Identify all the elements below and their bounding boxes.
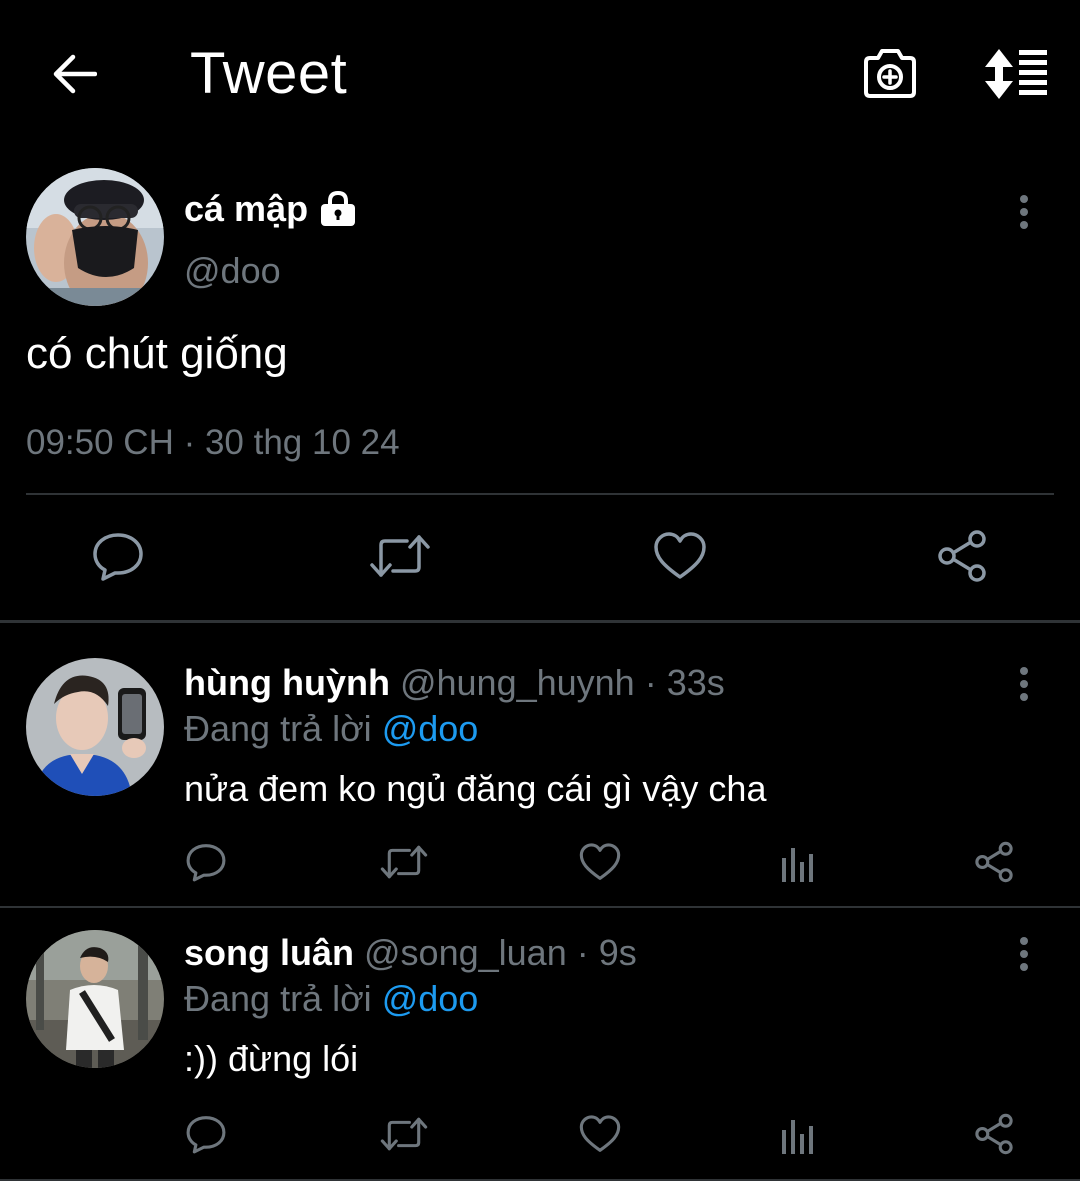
camera-plus-icon xyxy=(864,49,916,98)
retweet-button[interactable] xyxy=(378,1110,430,1158)
profile-photo xyxy=(26,930,164,1068)
like-button[interactable] xyxy=(576,1110,624,1158)
sort-icon xyxy=(985,49,1047,99)
reply-tweet[interactable]: song luân @song_luan · 9s Đang trả lời @… xyxy=(0,908,1080,1181)
more-vertical-icon xyxy=(1020,195,1028,229)
reply-time: 9s xyxy=(598,932,637,973)
divider xyxy=(26,493,1054,495)
reply-context: Đang trả lời @doo xyxy=(184,708,478,750)
tweet-text: nửa đem ko ngủ đăng cái gì vậy cha xyxy=(184,768,767,809)
retweet-button[interactable] xyxy=(378,838,430,886)
reply-header: hùng huỳnh @hung_huynh · 33s xyxy=(184,662,725,704)
share-icon xyxy=(938,530,986,582)
reply-button[interactable] xyxy=(182,838,230,886)
mention-link[interactable]: @doo xyxy=(382,978,479,1019)
more-button[interactable] xyxy=(1004,656,1044,712)
more-button[interactable] xyxy=(1004,184,1044,240)
reply-action-bar xyxy=(0,1106,1080,1166)
display-name: cá mập xyxy=(184,188,358,230)
share-icon xyxy=(975,1113,1013,1155)
page-title: Tweet xyxy=(190,41,348,106)
more-button[interactable] xyxy=(1004,926,1044,982)
retweet-icon xyxy=(370,535,430,577)
separator: · xyxy=(576,932,589,973)
analytics-icon xyxy=(782,1120,813,1154)
lock-icon xyxy=(321,190,356,226)
handle[interactable]: @hung_huynh xyxy=(400,662,635,703)
display-name[interactable]: hùng huỳnh xyxy=(184,662,390,703)
separator: · xyxy=(644,662,657,703)
avatar[interactable] xyxy=(26,168,164,306)
profile-photo xyxy=(26,658,164,796)
heart-icon xyxy=(654,532,706,579)
reply-time: 33s xyxy=(666,662,725,703)
like-button[interactable] xyxy=(576,838,624,886)
tweet-text: :)) đừng lói xyxy=(184,1038,359,1079)
share-button[interactable] xyxy=(970,1110,1018,1158)
tweet-text: có chút giống xyxy=(26,329,288,378)
reply-context: Đang trả lời @doo xyxy=(184,978,478,1020)
top-bar: Tweet xyxy=(0,0,1080,150)
camera-button[interactable] xyxy=(858,44,922,104)
reply-button[interactable] xyxy=(88,526,148,586)
arrow-left-icon xyxy=(53,54,97,94)
share-button[interactable] xyxy=(970,838,1018,886)
reply-icon xyxy=(186,1116,226,1154)
sort-button[interactable] xyxy=(980,44,1052,104)
reply-icon xyxy=(93,533,143,581)
back-button[interactable] xyxy=(44,46,104,102)
avatar[interactable] xyxy=(26,930,164,1068)
reply-icon xyxy=(186,844,226,882)
avatar[interactable] xyxy=(26,658,164,796)
profile-photo xyxy=(26,168,164,306)
reply-context-label: Đang trả lời xyxy=(184,708,372,749)
handle[interactable]: @song_luan xyxy=(364,932,567,973)
analytics-button[interactable] xyxy=(774,838,822,886)
reply-tweet[interactable]: hùng huỳnh @hung_huynh · 33s Đang trả lờ… xyxy=(0,622,1080,908)
reply-context-label: Đang trả lời xyxy=(184,978,372,1019)
heart-icon xyxy=(579,843,621,880)
more-vertical-icon xyxy=(1020,937,1028,971)
mention-link[interactable]: @doo xyxy=(382,708,479,749)
analytics-icon xyxy=(782,848,813,882)
retweet-icon xyxy=(380,845,428,879)
like-button[interactable] xyxy=(650,526,710,586)
analytics-button[interactable] xyxy=(774,1110,822,1158)
tweet-action-bar xyxy=(0,522,1080,594)
share-icon xyxy=(975,841,1013,883)
reply-button[interactable] xyxy=(182,1110,230,1158)
reply-action-bar xyxy=(0,834,1080,894)
main-tweet: cá mập @doo có chút giống 09:50 CH · 30 … xyxy=(0,150,1080,622)
tweet-timestamp: 09:50 CH · 30 thg 10 24 xyxy=(26,423,400,462)
display-name[interactable]: song luân xyxy=(184,932,354,973)
reply-header: song luân @song_luan · 9s xyxy=(184,932,637,974)
retweet-button[interactable] xyxy=(368,526,432,586)
more-vertical-icon xyxy=(1020,667,1028,701)
share-button[interactable] xyxy=(932,526,992,586)
retweet-icon xyxy=(380,1117,428,1151)
handle[interactable]: @doo xyxy=(184,250,281,292)
heart-icon xyxy=(579,1115,621,1152)
display-name-text: cá mập xyxy=(184,188,309,229)
